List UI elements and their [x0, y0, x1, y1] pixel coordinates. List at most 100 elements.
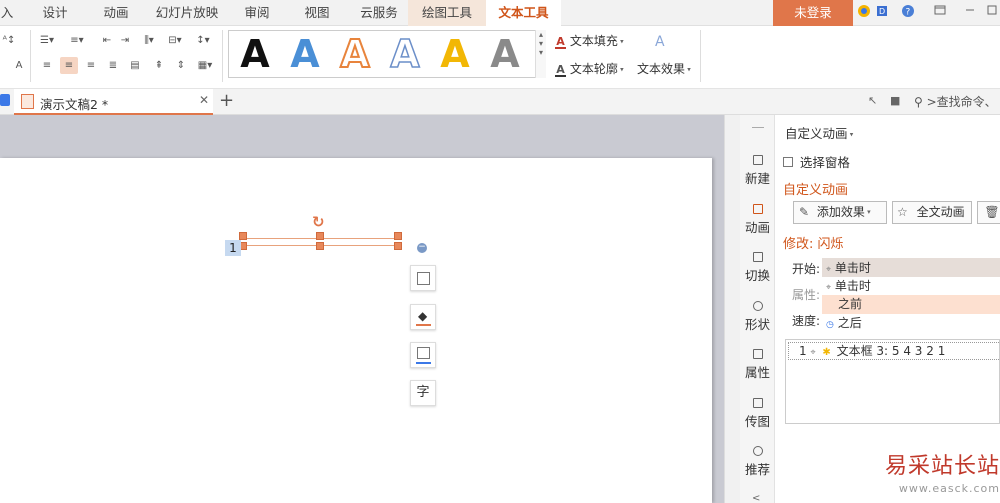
tab-slideshow[interactable]: 幻灯片放映 — [150, 0, 224, 26]
align-text-icon[interactable]: ▦▾ — [196, 57, 214, 74]
tab-design[interactable]: 设计 — [30, 0, 80, 26]
login-button[interactable]: 未登录 — [773, 0, 853, 26]
select-window-link[interactable]: 选择窗格 — [783, 152, 850, 171]
cursor-tool-icon[interactable]: ↖ — [868, 94, 877, 107]
watermark-title: 易采站长站 — [884, 454, 1000, 479]
new-doc-icon — [752, 155, 763, 165]
app-window: 入 设计 动画 幻灯片放映 审阅 视图 云服务 绘图工具 文本工具 未登录 D … — [0, 0, 1000, 503]
numbering-icon[interactable]: ≡▾ — [68, 32, 86, 49]
wordart-style-blue[interactable]: A — [284, 33, 326, 75]
tab-drawing-tools[interactable]: 绘图工具 — [408, 0, 486, 26]
sidebar-grip — [752, 127, 764, 128]
tab-text-tools[interactable]: 文本工具 — [486, 0, 561, 27]
svg-text:?: ? — [906, 8, 911, 18]
share-small-icon[interactable]: < — [752, 493, 760, 503]
document-tab[interactable]: 演示文稿2 * ✕ — [14, 89, 213, 115]
sidebar-item-property[interactable]: 属性 — [740, 349, 775, 381]
option-label: 之前 — [838, 297, 863, 311]
start-option-with-previous[interactable]: 之前 — [822, 295, 1000, 314]
fill-button[interactable]: ◆ — [410, 304, 436, 330]
start-option-after-previous[interactable]: ◷ 之后 — [822, 314, 1000, 333]
align-center-icon[interactable]: ≡ — [60, 57, 78, 74]
align-top-icon[interactable]: ⇞ — [150, 57, 168, 74]
list-item[interactable]: 1 ⌖ ✱ 文本框 3: 5 4 3 2 1 — [788, 342, 1000, 360]
tab-cloud[interactable]: 云服务 — [352, 0, 406, 26]
image-icon — [752, 398, 763, 408]
line-spacing-icon[interactable]: ↕▾ — [194, 32, 212, 49]
share-icon[interactable]: D — [876, 4, 892, 21]
sidebar-item-shape[interactable]: 形状 — [740, 301, 775, 333]
slide-canvas[interactable] — [0, 158, 712, 503]
tab-cut-left[interactable]: 入 — [0, 0, 14, 26]
quick-text-button[interactable]: 字 — [410, 380, 436, 406]
minimize-icon[interactable] — [962, 4, 978, 21]
sidebar-item-animation[interactable]: 动画 — [740, 204, 775, 236]
text-fill-button[interactable]: A 文本填充 ▾ — [555, 32, 624, 49]
pane-header-menu[interactable]: 自定义动画 ▾ — [785, 123, 853, 142]
shape-icon — [752, 301, 763, 311]
pane-header: 自定义动画 — [785, 126, 848, 141]
wordart-style-blue-outline[interactable]: A — [384, 32, 426, 76]
font-size-icon[interactable]: ᴬ↕ — [0, 32, 18, 49]
delete-button[interactable]: 🗑 — [977, 201, 1000, 224]
option-label: 之后 — [837, 316, 862, 330]
increase-indent-icon[interactable]: ⇥ — [116, 32, 134, 49]
decrease-indent-icon[interactable]: ⇤ — [98, 32, 116, 49]
add-effect-button[interactable]: ✎ 添加效果 ▾ — [793, 201, 887, 224]
tab-review[interactable]: 审阅 — [232, 0, 282, 26]
new-tab-icon[interactable]: + — [219, 90, 234, 111]
collapse-icon[interactable]: − — [417, 243, 427, 253]
ribbon-separator — [222, 30, 223, 82]
document-title: 演示文稿2 * — [40, 97, 109, 112]
cloud-docs-icon[interactable] — [0, 94, 10, 106]
text-effect-button[interactable]: 文本效果 ▾ — [637, 60, 691, 77]
search-icon: ⚲ — [914, 95, 923, 109]
tab-view[interactable]: 视图 — [292, 0, 342, 26]
resize-handle[interactable] — [316, 232, 324, 240]
start-select[interactable]: ⌖ 单击时 — [822, 258, 1000, 278]
columns-icon[interactable]: ⫼▾ — [140, 32, 158, 49]
start-option-on-click[interactable]: ⌖ 单击时 — [822, 277, 1000, 296]
resize-handle[interactable] — [394, 232, 402, 240]
justify-icon[interactable]: ≣ — [104, 57, 122, 74]
command-search[interactable]: ⚲ >查找命令、 — [914, 93, 997, 110]
skin-icon[interactable] — [856, 4, 872, 21]
highlight-icon[interactable]: A — [10, 57, 28, 74]
align-left-icon[interactable]: ≡ — [38, 57, 56, 74]
list-item-index: 1 — [799, 344, 807, 358]
sidebar-item-upload-image[interactable]: 传图 — [740, 398, 775, 430]
shape-style-button[interactable] — [410, 265, 436, 291]
distribute-icon[interactable]: ▤ — [126, 57, 144, 74]
sidebar-item-new[interactable]: 新建 — [740, 155, 775, 187]
task-sidebar: 新建 动画 切换 形状 属性 传图 推荐 < — [740, 115, 775, 503]
restore-ribbon-icon[interactable] — [932, 4, 948, 21]
sidebar-item-transition[interactable]: 切换 — [740, 252, 775, 284]
wordart-style-orange-outline[interactable]: A — [334, 32, 376, 76]
align-middle-icon[interactable]: ⇕ — [172, 57, 190, 74]
resize-handle[interactable] — [394, 242, 402, 250]
select-window-icon — [783, 157, 793, 167]
wordart-style-gold[interactable]: A — [434, 33, 476, 75]
vertical-scrollbar[interactable] — [724, 115, 740, 503]
text-direction-icon[interactable]: ⊟▾ — [166, 32, 184, 49]
resize-handle[interactable] — [316, 242, 324, 250]
outline-button[interactable] — [410, 342, 436, 368]
bullets-icon[interactable]: ☰▾ — [38, 32, 56, 49]
sidebar-item-recommend[interactable]: 推荐 — [740, 446, 775, 478]
mouse-icon: ⌖ — [826, 283, 832, 293]
help-icon[interactable]: ? — [900, 4, 916, 21]
tab-animation[interactable]: 动画 — [90, 0, 142, 26]
wordart-style-black[interactable]: A — [234, 33, 276, 75]
full-text-animation-button[interactable]: ☆ 全文动画 — [892, 201, 972, 224]
wordart-style-gray[interactable]: A — [484, 33, 526, 75]
align-right-icon[interactable]: ≡ — [82, 57, 100, 74]
pin-icon[interactable]: ■ — [890, 94, 900, 107]
start-label: 开始: — [792, 262, 821, 276]
text-outline-button[interactable]: A 文本轮廓 ▾ — [555, 60, 624, 77]
close-tab-icon[interactable]: ✕ — [199, 93, 209, 107]
sidebar-item-label: 传图 — [744, 414, 770, 429]
maximize-icon[interactable] — [984, 4, 1000, 21]
gallery-scroll[interactable]: ▴ ▾ ▾ — [535, 30, 546, 78]
rotate-handle-icon[interactable]: ↻ — [312, 213, 325, 231]
resize-handle[interactable] — [239, 232, 247, 240]
